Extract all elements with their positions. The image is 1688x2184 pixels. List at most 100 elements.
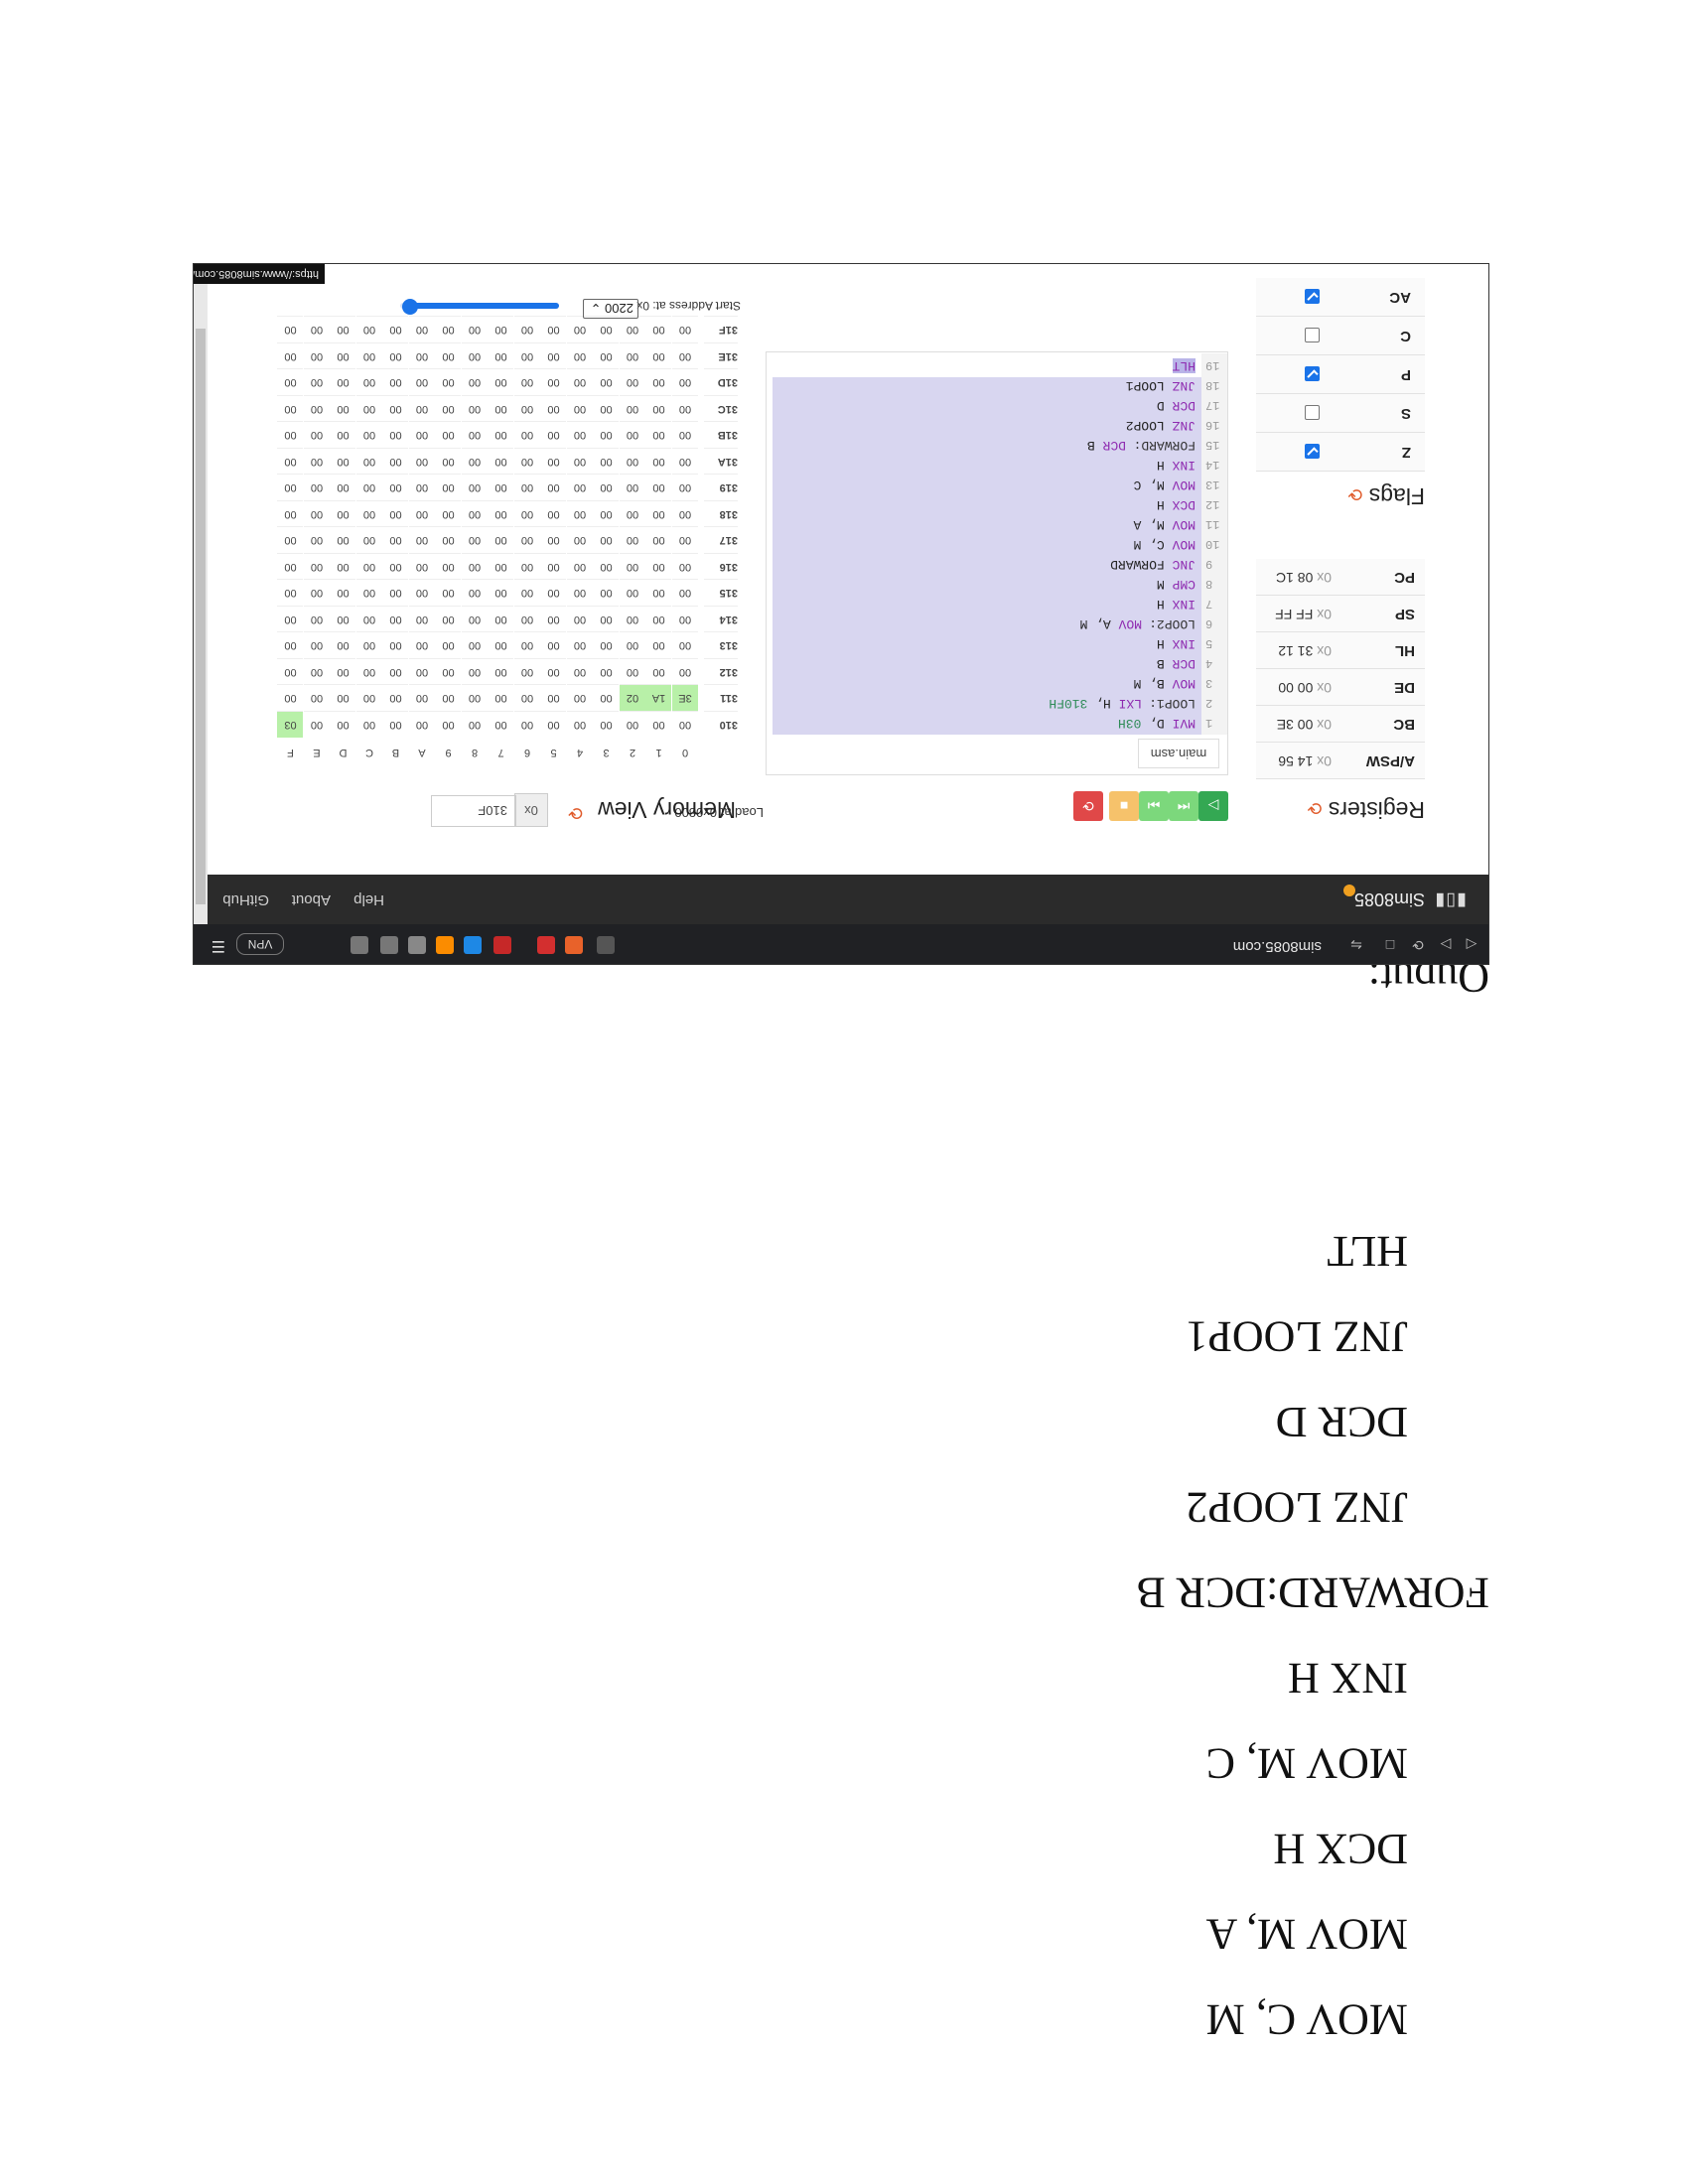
memory-cell[interactable]: 00 <box>593 342 620 369</box>
memory-cell[interactable]: 00 <box>382 606 409 632</box>
reload-icon[interactable]: ⟳ <box>1409 936 1427 954</box>
memory-cell[interactable]: 00 <box>330 421 356 449</box>
memory-cell[interactable]: 00 <box>645 658 672 685</box>
memory-cell[interactable]: 00 <box>620 579 645 607</box>
memory-cell[interactable]: 00 <box>382 342 409 369</box>
reset-button[interactable]: ⟳ <box>1073 791 1103 821</box>
memory-cell[interactable]: 00 <box>330 316 356 343</box>
memory-cell[interactable]: 00 <box>435 316 462 343</box>
memory-cell[interactable]: 00 <box>488 553 514 580</box>
memory-cell[interactable]: 00 <box>488 684 514 712</box>
memory-cell[interactable]: 00 <box>540 711 567 738</box>
memory-cell[interactable]: 00 <box>645 368 672 396</box>
extension-icon[interactable] <box>565 936 583 954</box>
share-icon[interactable] <box>597 936 615 954</box>
memory-cell[interactable]: 00 <box>356 711 382 738</box>
memory-cell[interactable]: 00 <box>277 500 304 527</box>
memory-cell[interactable]: 00 <box>435 500 462 527</box>
memory-cell[interactable]: 00 <box>382 579 409 607</box>
memory-cell[interactable]: 00 <box>462 500 488 527</box>
code-line[interactable]: 17 DCR D <box>771 395 1227 415</box>
memory-cell[interactable]: 00 <box>304 631 330 659</box>
memory-cell[interactable]: 00 <box>304 421 330 449</box>
memory-cell[interactable]: 00 <box>435 711 462 738</box>
memory-cell[interactable]: 00 <box>304 395 330 422</box>
memory-cell[interactable]: 00 <box>462 368 488 396</box>
memory-cell[interactable]: 00 <box>304 474 330 501</box>
memory-cell[interactable]: 00 <box>488 631 514 659</box>
step-button[interactable]: ⏭ <box>1139 791 1169 821</box>
memory-cell[interactable]: 00 <box>593 316 620 343</box>
memory-cell[interactable]: 00 <box>672 711 698 738</box>
memory-cell[interactable]: 00 <box>488 658 514 685</box>
memory-cell[interactable]: 00 <box>382 500 409 527</box>
memory-cell[interactable]: 00 <box>409 658 435 685</box>
memory-cell[interactable]: 00 <box>672 474 698 501</box>
memory-cell[interactable]: 00 <box>620 474 645 501</box>
memory-cell[interactable]: 00 <box>382 631 409 659</box>
memory-cell[interactable]: 00 <box>330 474 356 501</box>
memory-cell[interactable]: 00 <box>645 316 672 343</box>
memory-cell[interactable]: 00 <box>620 631 645 659</box>
memory-cell[interactable]: 00 <box>356 579 382 607</box>
back-icon[interactable]: ◁ <box>1463 936 1480 954</box>
code-line[interactable]: 4 DCR B <box>771 653 1227 673</box>
memory-cell[interactable]: 00 <box>567 342 593 369</box>
memory-cell[interactable]: 00 <box>514 316 540 343</box>
memory-cell[interactable]: 00 <box>409 684 435 712</box>
memory-cell[interactable]: 00 <box>672 316 698 343</box>
code-editor[interactable]: main.asm 1 MVI D, 03H 2 LOOP1: LXI H, 310FH 3… <box>766 351 1228 775</box>
code-line[interactable]: 8 CMP M <box>771 574 1227 594</box>
memory-cell[interactable]: 00 <box>488 368 514 396</box>
memory-cell[interactable]: 00 <box>593 474 620 501</box>
memory-cell[interactable]: 00 <box>514 711 540 738</box>
memory-cell[interactable]: 00 <box>567 606 593 632</box>
extension-icon[interactable] <box>408 936 426 954</box>
step-first-button[interactable]: ⏮ <box>1169 791 1198 821</box>
memory-cell[interactable]: 00 <box>277 579 304 607</box>
memory-cell[interactable]: 00 <box>330 684 356 712</box>
memory-cell[interactable]: 00 <box>462 606 488 632</box>
memory-cell[interactable]: 00 <box>672 368 698 396</box>
memory-cell[interactable]: 00 <box>593 448 620 475</box>
memory-cell[interactable]: 00 <box>593 553 620 580</box>
memory-cell[interactable]: 00 <box>593 606 620 632</box>
memory-cell[interactable]: 00 <box>488 526 514 554</box>
memory-cell[interactable]: 00 <box>567 526 593 554</box>
memory-cell[interactable]: 00 <box>409 711 435 738</box>
code-line[interactable]: 16 JNZ LOOP2 <box>771 415 1227 435</box>
memory-cell[interactable]: 00 <box>330 526 356 554</box>
memory-cell[interactable]: 00 <box>488 500 514 527</box>
memory-cell[interactable]: 00 <box>620 316 645 343</box>
memory-cell[interactable]: 00 <box>277 526 304 554</box>
memory-cell[interactable]: 00 <box>488 448 514 475</box>
memory-cell[interactable]: 00 <box>672 658 698 685</box>
memory-cell[interactable]: 00 <box>409 553 435 580</box>
memory-cell[interactable]: 00 <box>356 658 382 685</box>
code-line[interactable]: 2 LOOP1: LXI H, 310FH <box>771 693 1227 713</box>
memory-cell[interactable]: 00 <box>382 658 409 685</box>
flag-checkbox[interactable] <box>1305 289 1320 304</box>
memory-cell[interactable]: 00 <box>304 500 330 527</box>
code-line[interactable]: 9 JNC FORWARD <box>771 554 1227 574</box>
memory-cell[interactable]: 00 <box>620 553 645 580</box>
code-line[interactable]: 12 DCX H <box>771 494 1227 514</box>
memory-cell[interactable]: 00 <box>382 448 409 475</box>
memory-cell[interactable]: 00 <box>330 631 356 659</box>
memory-cell[interactable]: 00 <box>409 606 435 632</box>
memory-cell[interactable]: 00 <box>304 316 330 343</box>
memory-cell[interactable]: 00 <box>514 474 540 501</box>
memory-cell[interactable]: 00 <box>488 342 514 369</box>
memory-cell[interactable]: 00 <box>356 368 382 396</box>
memory-cell[interactable]: 00 <box>620 448 645 475</box>
memory-cell[interactable]: 00 <box>462 658 488 685</box>
memory-cell[interactable]: 00 <box>540 342 567 369</box>
memory-cell[interactable]: 00 <box>462 342 488 369</box>
memory-cell[interactable]: 00 <box>672 342 698 369</box>
memory-cell[interactable]: 00 <box>462 421 488 449</box>
memory-cell[interactable]: 00 <box>645 631 672 659</box>
memory-cell[interactable]: 00 <box>462 474 488 501</box>
memory-cell[interactable]: 00 <box>356 500 382 527</box>
memory-cell[interactable]: 00 <box>409 395 435 422</box>
memory-cell[interactable]: 00 <box>593 711 620 738</box>
